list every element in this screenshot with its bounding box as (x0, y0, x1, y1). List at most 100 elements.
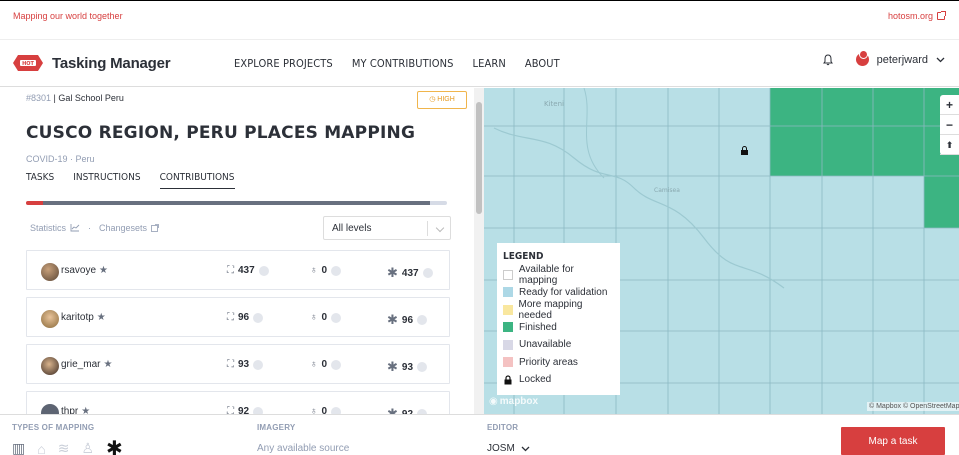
mapbox-wordmark: mapbox (499, 396, 539, 407)
compass-button[interactable]: ⬆ (940, 135, 959, 155)
menu-my-contributions[interactable]: MY CONTRIBUTIONS (352, 57, 454, 70)
place-label: Camisea (654, 187, 680, 194)
mapped-count: ⛶ 92 (227, 406, 264, 414)
map-task-button[interactable]: Map a task (841, 427, 945, 455)
legend-label: Available for mapping (518, 263, 574, 286)
check-icon (331, 312, 342, 323)
legend-swatch (503, 322, 513, 333)
tab-contributions[interactable]: CONTRIBUTIONS (159, 172, 235, 189)
validated-value: 0 (321, 359, 328, 370)
breadcrumb-campaign[interactable]: COVID-19 (26, 154, 68, 164)
editor-select[interactable]: JOSM (487, 443, 530, 454)
contributor-row[interactable]: thpr ★ ⛶ 92 ♁ 0 ✱ 92 (26, 391, 450, 414)
check-icon (331, 359, 342, 370)
legend-swatch (503, 269, 513, 280)
contributor-row[interactable]: grie_mar ★ ⛶ 93 ♁ 0 ✱ 93 (26, 344, 450, 384)
external-link-icon[interactable] (151, 224, 159, 232)
validated-value: 0 (321, 265, 328, 276)
avatar[interactable] (41, 263, 59, 281)
map-attribution[interactable]: © Mapbox © OpenStreetMap (867, 402, 959, 411)
imagery-value: Any available source (257, 443, 350, 454)
contributor-name-wrap: grie_mar ★ (61, 359, 112, 370)
menu-about[interactable]: ABOUT (525, 57, 560, 70)
contributor-row[interactable]: karitotp ★ ⛶ 96 ♁ 0 ✱ 96 (26, 297, 450, 337)
star-icon: ★ (81, 406, 91, 414)
level-filter-select[interactable]: All levels (323, 216, 451, 240)
contributor-name[interactable]: thpr (61, 406, 78, 414)
contributor-name[interactable]: rsavoye (61, 265, 96, 276)
avatar[interactable] (41, 357, 59, 375)
editor-value: JOSM (487, 443, 515, 454)
legend-label: Finished (519, 321, 557, 333)
legend-label: Priority areas (519, 356, 578, 368)
user-avatar[interactable] (855, 50, 869, 66)
menu-learn[interactable]: LEARN (473, 57, 506, 70)
lock-icon (504, 375, 512, 385)
validated-value: 0 (321, 312, 328, 323)
asterisk-icon: ✱ (387, 359, 398, 374)
building-icon: ▥ (12, 440, 26, 455)
statistics-link[interactable]: Statistics (30, 223, 66, 233)
mapbox-logo[interactable]: ◉ mapbox (489, 396, 538, 407)
mapbox-icon: ◉ (489, 396, 498, 407)
total-count: ✱ 96 (387, 312, 428, 328)
priority-badge: ◷ HIGH (417, 91, 467, 109)
check-icon (253, 312, 264, 323)
zoom-out-button[interactable]: − (940, 115, 959, 135)
badge-icon: ♁ (310, 406, 318, 414)
tab-instructions[interactable]: INSTRUCTIONS (73, 172, 140, 189)
svg-text:HOT: HOT (22, 61, 34, 67)
total-count: ✱ 437 (387, 265, 433, 281)
hotosm-link[interactable]: hotosm.org (888, 11, 946, 21)
validated-count: ♁ 0 (310, 312, 342, 323)
check-icon (417, 362, 428, 372)
hot-logo-icon: HOT (13, 55, 43, 71)
mapped-value: 93 (238, 359, 250, 370)
select-divider (427, 221, 428, 236)
badge-icon: ♁ (310, 265, 318, 276)
mapping-types: ▥ ⌂ ≋ ♙ ✱ (12, 439, 123, 455)
avatar[interactable] (41, 404, 59, 414)
finished-tasks[interactable] (924, 176, 959, 228)
finished-tasks[interactable] (770, 88, 959, 176)
tab-tasks[interactable]: TASKS (26, 172, 54, 189)
legend-label: Locked (519, 374, 552, 386)
legend-label: Unavailable (519, 339, 572, 351)
project-panel: #8301 | Gal School Peru ◷ HIGH CUSCO REG… (0, 88, 474, 414)
chart-icon[interactable] (70, 224, 80, 232)
contributor-name[interactable]: grie_mar (61, 359, 100, 370)
username[interactable]: peterjward (877, 54, 928, 66)
avatar[interactable] (41, 310, 59, 328)
scrollbar-thumb[interactable] (476, 102, 482, 214)
total-value: 96 (401, 314, 414, 326)
legend-label: More mapping needed (518, 298, 583, 321)
contributors-list: rsavoye ★ ⛶ 437 ♁ 0 ✱ 437 karitotp ★ ⛶ 96 ♁ 0 ✱… (26, 250, 450, 414)
legend-item: Unavailable (503, 336, 614, 354)
asterisk-icon: ✱ (387, 406, 398, 414)
menu-explore-projects[interactable]: EXPLORE PROJECTS (234, 57, 333, 70)
project-id-line: #8301 | Gal School Peru (26, 93, 124, 103)
changesets-link[interactable]: Changesets (99, 223, 147, 233)
legend-swatch (503, 357, 513, 368)
mapped-count: ⛶ 96 (227, 312, 264, 323)
brand[interactable]: HOT Tasking Manager (12, 54, 171, 72)
panel-scrollbar[interactable] (474, 88, 484, 414)
total-count: ✱ 93 (387, 359, 428, 375)
contributor-name[interactable]: karitotp (61, 312, 94, 323)
check-icon (422, 268, 433, 278)
zoom-in-button[interactable]: + (940, 95, 959, 115)
validated-count: ♁ 0 (310, 359, 342, 370)
bell-icon[interactable] (822, 53, 834, 66)
validated-progress (26, 201, 43, 205)
breadcrumb-country[interactable]: Peru (76, 154, 95, 164)
types-of-mapping-label: TYPES OF MAPPING (12, 423, 95, 432)
total-value: 437 (401, 267, 419, 279)
total-value: 93 (401, 361, 414, 373)
contributor-name-wrap: rsavoye ★ (61, 265, 108, 276)
navbar: HOT Tasking Manager EXPLORE PROJECTS MY … (0, 41, 959, 87)
chevron-down-icon[interactable] (936, 57, 945, 63)
chevron-down-icon (521, 446, 530, 451)
star-icon: ★ (103, 359, 113, 370)
contributor-row[interactable]: rsavoye ★ ⛶ 437 ♁ 0 ✱ 437 (26, 250, 450, 290)
contributor-name-wrap: thpr ★ (61, 406, 90, 414)
